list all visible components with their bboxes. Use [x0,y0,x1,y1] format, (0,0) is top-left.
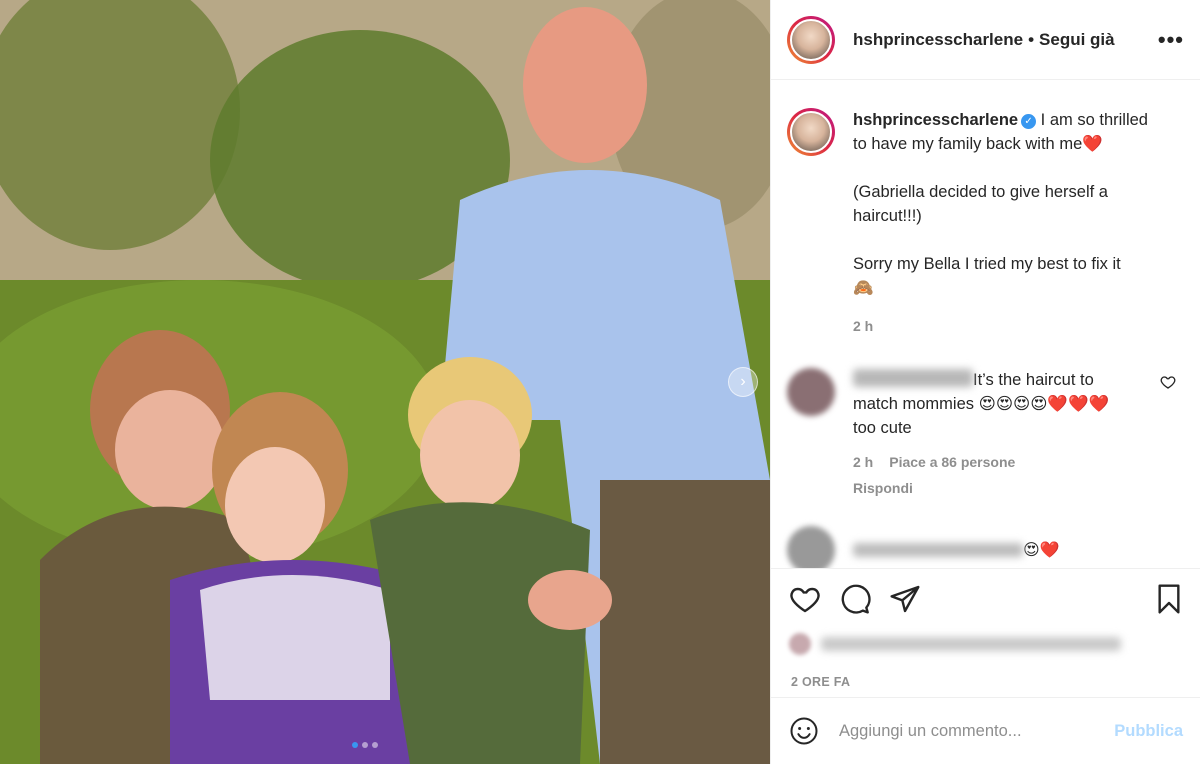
post-side-panel: hshprincesscharlene • Segui già ••• hshp… [770,0,1200,764]
caption-line-3: Sorry my Bella I tried my best to fix it [853,255,1121,273]
avatar[interactable] [787,108,835,156]
avatar[interactable] [787,368,835,416]
comment-input[interactable] [839,721,1115,741]
family-photo [0,0,770,764]
caption: hshprincesscharlene ✓ I am so thrilled to… [787,108,1184,338]
caption-line-2: (Gabriella decided to give herself a hai… [853,183,1108,225]
comment-emoji: 😍❤️ [1023,542,1060,559]
post-timestamp[interactable]: 2 ORE FA [791,675,1200,689]
comment-username-blurred[interactable] [853,369,973,387]
caption-username[interactable]: hshprincesscharlene [853,111,1018,129]
publish-button[interactable]: Pubblica [1114,722,1183,741]
username-link[interactable]: hshprincesscharlene [853,30,1023,50]
heart-icon[interactable] [789,583,821,615]
likes-summary-blurred[interactable] [789,633,1200,655]
share-icon[interactable] [889,583,921,615]
action-bar [771,569,1200,615]
monkey-emoji: 🙈 [853,279,874,297]
more-options-icon[interactable]: ••• [1158,27,1184,53]
comment-icon[interactable] [839,583,871,615]
comment-likes[interactable]: Piace a 86 persone [889,450,1015,474]
verified-badge-icon: ✓ [1021,114,1037,129]
following-button[interactable]: Segui già [1039,30,1115,50]
post-photo[interactable]: › [0,0,770,764]
comment-text-2: too cute [853,419,912,437]
carousel-dot [362,742,368,748]
avatar[interactable] [787,526,835,568]
heart-emoji: ❤️ [1082,135,1103,153]
carousel-dot [372,742,378,748]
post-header: hshprincesscharlene • Segui già ••• [771,0,1200,80]
add-comment-bar: Pubblica [771,697,1200,764]
avatar[interactable] [787,15,835,64]
emoji-icon[interactable] [789,716,819,746]
likes-text-blurred [821,637,1121,651]
comment-text-blurred [853,543,1023,557]
chevron-right-icon: › [740,373,746,390]
reply-button[interactable]: Rispondi [853,476,1133,500]
like-comment-heart-icon[interactable] [1160,374,1176,395]
comment: It’s the haircut to match mommies 😍😍😍😍❤️… [787,368,1184,500]
comment: 😍❤️ [787,526,1184,568]
carousel-indicator [352,742,378,748]
avatar [789,633,811,655]
caption-timestamp[interactable]: 2 h [853,314,1153,338]
next-slide-button[interactable]: › [728,367,758,397]
separator-dot: • [1028,29,1035,49]
comment-emoji: 😍😍😍😍❤️❤️❤️ [978,395,1110,413]
carousel-dot [352,742,358,748]
comments-list[interactable]: hshprincesscharlene ✓ I am so thrilled to… [771,80,1200,568]
comment-timestamp[interactable]: 2 h [853,450,873,474]
bookmark-icon[interactable] [1153,583,1185,615]
